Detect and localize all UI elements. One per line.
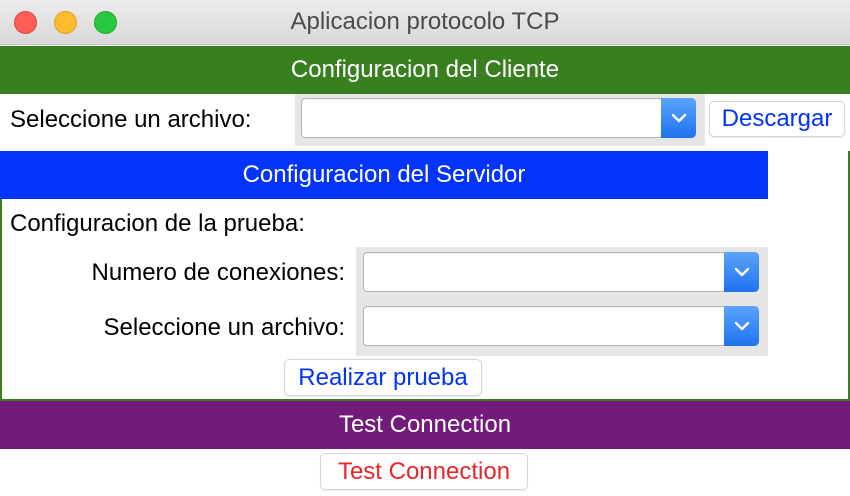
chevron-down-icon[interactable]	[724, 252, 759, 292]
server-file-select[interactable]	[363, 306, 759, 346]
server-section-header: Configuracion del Servidor	[0, 151, 768, 199]
run-test-button[interactable]: Realizar prueba	[284, 359, 482, 396]
window-title: Aplicacion protocolo TCP	[290, 8, 560, 35]
test-section-area: Test Connection	[0, 449, 850, 496]
connections-label: Numero de conexiones:	[91, 259, 345, 286]
client-section-header: Configuracion del Cliente	[0, 46, 850, 94]
chevron-down-icon[interactable]	[724, 306, 759, 346]
test-connection-button[interactable]: Test Connection	[320, 453, 528, 490]
client-file-row: Seleccione un archivo: Descargar	[0, 94, 850, 148]
chevron-down-icon[interactable]	[661, 98, 696, 138]
test-config-label: Configuracion de la prueba:	[10, 210, 305, 237]
server-file-label: Seleccione un archivo:	[103, 314, 345, 341]
download-button[interactable]: Descargar	[709, 101, 845, 137]
client-file-select[interactable]	[301, 98, 696, 138]
test-section-header: Test Connection	[0, 401, 850, 449]
window-titlebar: Aplicacion protocolo TCP	[0, 0, 850, 45]
connections-select[interactable]	[363, 252, 759, 292]
client-file-label: Seleccione un archivo:	[10, 106, 252, 133]
